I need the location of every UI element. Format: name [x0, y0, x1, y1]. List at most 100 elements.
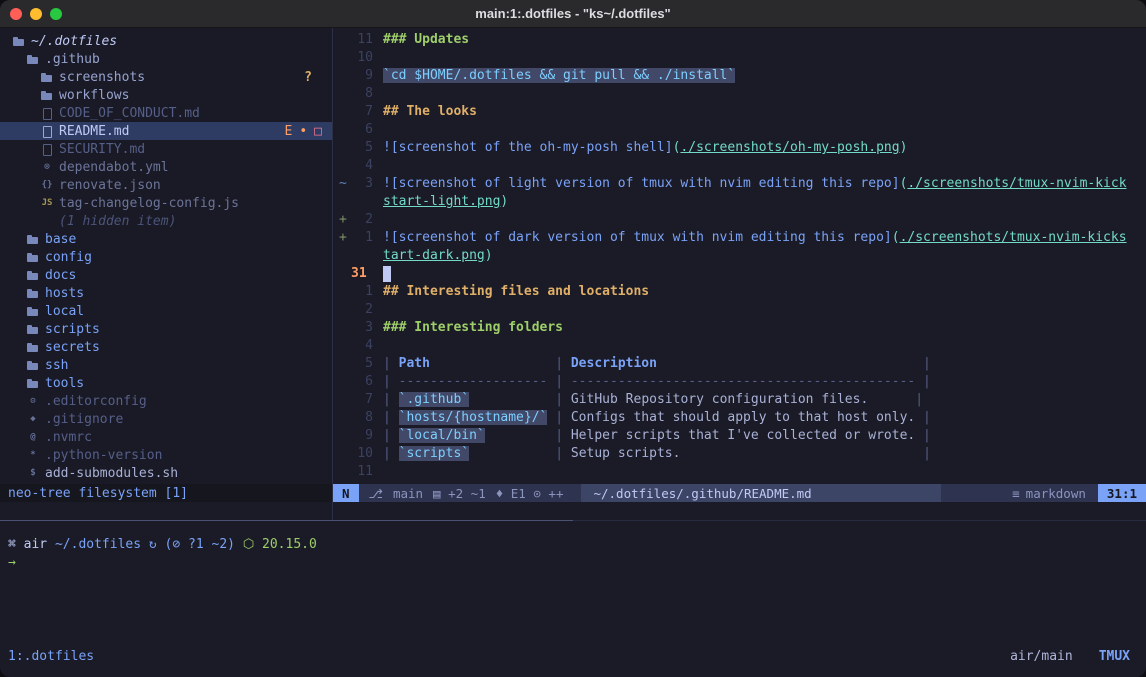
editor-line[interactable]: 10| `scripts` | Setup scripts. |: [333, 446, 1146, 464]
editor-line[interactable]: 31: [333, 266, 1146, 284]
gutter-sign: [333, 104, 349, 122]
tree-item-add-submodules-sh[interactable]: $add-submodules.sh: [0, 464, 332, 482]
editor-line[interactable]: 7| `.github` | GitHub Repository configu…: [333, 392, 1146, 410]
tmux-window-name[interactable]: 1:.dotfiles: [8, 649, 94, 664]
file-mark: □: [314, 124, 322, 139]
tree-item-local[interactable]: local: [0, 302, 332, 320]
tree-item-github[interactable]: .github: [0, 50, 332, 68]
editor-line[interactable]: 6: [333, 122, 1146, 140]
folder-icon: [24, 338, 42, 356]
line-text: ![screenshot of light version of tmux wi…: [373, 176, 1146, 194]
line-text: [373, 212, 1146, 230]
line-number: [349, 248, 373, 266]
tmux-statusbar: 1:.dotfiles air/main TMUX: [0, 647, 1146, 665]
line-number: 2: [349, 302, 373, 320]
tree-item-scripts[interactable]: scripts: [0, 320, 332, 338]
line-number: 11: [349, 32, 373, 50]
tree-item-dotfiles[interactable]: ~/.dotfiles: [0, 32, 332, 50]
editor-line[interactable]: 10: [333, 50, 1146, 68]
line-number: 10: [349, 50, 373, 68]
editor-line[interactable]: 9| `local/bin` | Helper scripts that I'v…: [333, 428, 1146, 446]
tree-item-secrets[interactable]: secrets: [0, 338, 332, 356]
editor-line[interactable]: 8| `hosts/{hostname}/` | Configs that sh…: [333, 410, 1146, 428]
cmdline: [333, 502, 1146, 520]
editor-line[interactable]: 4: [333, 158, 1146, 176]
shell-text: 20.15.0: [262, 537, 317, 552]
folder-icon: [38, 86, 56, 104]
tree-item-label: renovate.json: [56, 178, 161, 193]
tree-item-docs[interactable]: docs: [0, 266, 332, 284]
syntax-segment: |: [547, 446, 570, 461]
gutter-sign: [333, 158, 349, 176]
window-title: main:1:.dotfiles - "ks~/.dotfiles": [0, 6, 1146, 21]
tree-item-code-of-conduct-md[interactable]: CODE_OF_CONDUCT.md: [0, 104, 332, 122]
syntax-segment: Configs that should apply to that host o…: [571, 410, 915, 425]
syntax-segment: Setup scripts.: [571, 446, 681, 461]
git-status-badge: ?: [304, 70, 312, 85]
tree-item-1-hidden-item[interactable]: (1 hidden item): [0, 212, 332, 230]
minimize-button[interactable]: [30, 8, 42, 20]
shell-input-line[interactable]: →: [8, 553, 1146, 571]
syntax-segment: |: [915, 428, 931, 443]
gutter-sign: [333, 302, 349, 320]
editor-line[interactable]: 1## Interesting files and locations: [333, 284, 1146, 302]
tree-item-editorconfig[interactable]: ⚙.editorconfig: [0, 392, 332, 410]
editor-line[interactable]: 11: [333, 464, 1146, 482]
line-number: 11: [349, 464, 373, 482]
editor-line[interactable]: +2: [333, 212, 1146, 230]
editor-line[interactable]: 5![screenshot of the oh-my-posh shell](.…: [333, 140, 1146, 158]
tree-item-readme-md[interactable]: README.mdE•□: [0, 122, 332, 140]
tree-item-config[interactable]: config: [0, 248, 332, 266]
editor-line[interactable]: 2: [333, 302, 1146, 320]
tree-item-label: SECURITY.md: [56, 142, 145, 157]
folder-icon: [24, 284, 42, 302]
editor-line[interactable]: 6| ------------------- | ---------------…: [333, 374, 1146, 392]
editor-line[interactable]: 3### Interesting folders: [333, 320, 1146, 338]
editor-wrap-line[interactable]: tart-dark.png): [333, 248, 1146, 266]
tree-item-hosts[interactable]: hosts: [0, 284, 332, 302]
traffic-lights: [0, 8, 62, 20]
tree-item-tools[interactable]: tools: [0, 374, 332, 392]
git-status: ⎇ main ▤ +2 ~1 ♦ E1 ⊙ ++: [359, 486, 574, 501]
gutter-sign: [333, 356, 349, 374]
tree-item-security-md[interactable]: SECURITY.md: [0, 140, 332, 158]
line-text: | ------------------- | ----------------…: [373, 374, 1146, 392]
tree-item-nvmrc[interactable]: @.nvmrc: [0, 428, 332, 446]
tree-item-label: tag-changelog-config.js: [56, 196, 239, 211]
editor-line[interactable]: ~3![screenshot of light version of tmux …: [333, 176, 1146, 194]
editor-line[interactable]: 7## The looks: [333, 104, 1146, 122]
apple-icon: ⌘: [8, 537, 24, 552]
tree-item-screenshots[interactable]: screenshots?: [0, 68, 332, 86]
editor-wrap-line[interactable]: start-light.png): [333, 194, 1146, 212]
braces-icon: {}: [38, 176, 56, 194]
tree-item-ssh[interactable]: ssh: [0, 356, 332, 374]
line-text: [373, 50, 1146, 68]
zoom-button[interactable]: [50, 8, 62, 20]
syntax-segment: Helper scripts that I've collected or wr…: [571, 428, 915, 443]
line-text: | `.github` | GitHub Repository configur…: [373, 392, 1146, 410]
gutter-sign: [333, 464, 349, 482]
tree-item-label: workflows: [56, 88, 129, 103]
tree-item-python-version[interactable]: *.python-version: [0, 446, 332, 464]
close-button[interactable]: [10, 8, 22, 20]
editor-line[interactable]: 8: [333, 86, 1146, 104]
editor-line[interactable]: +1![screenshot of dark version of tmux w…: [333, 230, 1146, 248]
line-text: ![screenshot of dark version of tmux wit…: [373, 230, 1146, 248]
editor-line[interactable]: 11### Updates: [333, 32, 1146, 50]
tree-item-workflows[interactable]: workflows: [0, 86, 332, 104]
folder-icon: [24, 356, 42, 374]
tree-item-base[interactable]: base: [0, 230, 332, 248]
editor-lines: 11### Updates 10 9`cd $HOME/.dotfiles &&…: [333, 32, 1146, 484]
tree-item-label: .gitignore: [42, 412, 123, 427]
line-number: 10: [349, 446, 373, 464]
editor-line[interactable]: 5| Path | Description |: [333, 356, 1146, 374]
editor-line[interactable]: 4: [333, 338, 1146, 356]
branch-icon: ⎇: [369, 486, 383, 501]
syntax-segment: ./screenshots/oh-my-posh.png: [680, 140, 899, 155]
tree-item-gitignore[interactable]: ◆.gitignore: [0, 410, 332, 428]
tree-item-renovate-json[interactable]: {}renovate.json: [0, 176, 332, 194]
editor-line[interactable]: 9`cd $HOME/.dotfiles && git pull && ./in…: [333, 68, 1146, 86]
tree-item-tag-changelog-config-js[interactable]: JStag-changelog-config.js: [0, 194, 332, 212]
tree-item-dependabot-yml[interactable]: ⊙dependabot.yml: [0, 158, 332, 176]
git-icon: ◆: [24, 410, 42, 428]
